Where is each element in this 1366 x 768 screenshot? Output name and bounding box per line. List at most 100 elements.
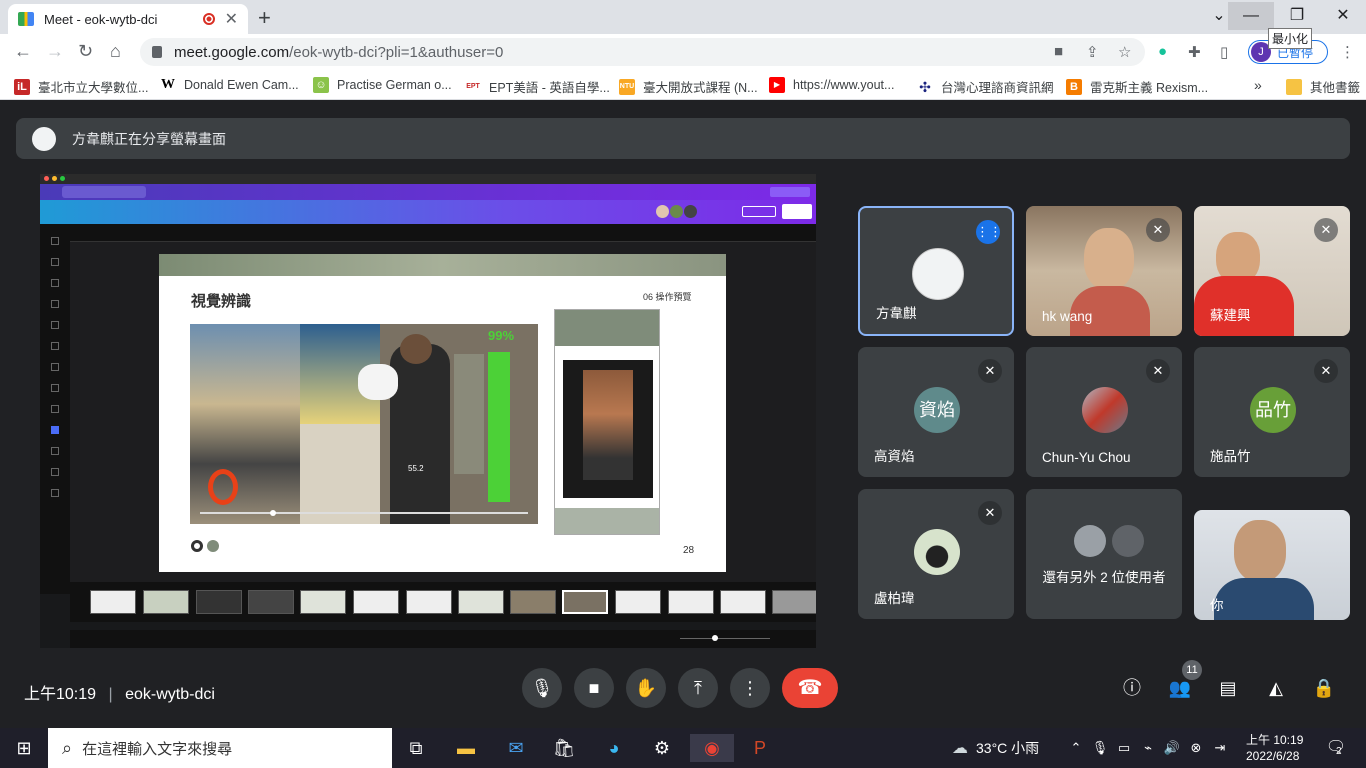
raise-hand-button[interactable]: ✋: [626, 668, 666, 708]
participant-name: 盧柏瑋: [874, 591, 915, 606]
mic-off-icon: ✕: [1314, 359, 1338, 383]
powerpoint-icon[interactable]: P: [746, 734, 774, 762]
participant-tile[interactable]: 資焰 ✕ 高資焰: [858, 347, 1014, 477]
bookmark-item[interactable]: EPT EPT美語 - 英語自學...: [465, 77, 610, 96]
address-bar[interactable]: meet.google.com/eok-wytb-dci?pli=1&authu…: [140, 38, 1145, 66]
extensions-icon[interactable]: ✚: [1188, 43, 1201, 61]
close-window-button[interactable]: ✕: [1320, 2, 1366, 30]
bookmark-item[interactable]: iL 臺北市立大學數位...: [14, 77, 148, 96]
presenter-avatar: [32, 126, 56, 151]
leave-call-button[interactable]: ☎: [782, 668, 838, 708]
participant-avatar: [912, 248, 964, 300]
back-arrow-icon[interactable]: ←: [14, 41, 32, 62]
participant-tile[interactable]: ✕ Chun-Yu Chou: [1026, 347, 1182, 477]
other-bookmarks[interactable]: 其他書籤: [1286, 77, 1360, 96]
speaking-indicator-icon: ⋮⋮: [976, 220, 1002, 244]
host-controls-icon[interactable]: 🔒: [1312, 676, 1336, 700]
home-icon[interactable]: ⌂: [110, 41, 121, 62]
meeting-controls: 上午10:19 | eok-wytb-dci 🎙 ■ ✋ ⤒ ⋮ ☎ ⓘ 👥 1…: [0, 660, 1366, 728]
bookmark-icon: EPT: [465, 78, 481, 95]
mail-icon[interactable]: ✉: [502, 734, 530, 762]
edge-icon[interactable]: ◕: [600, 734, 628, 762]
taskbar-date: 2022/6/28: [1246, 749, 1300, 763]
bookmark-item[interactable]: ▶ https://www.yout...: [769, 77, 894, 93]
activities-icon[interactable]: ◭: [1264, 676, 1288, 700]
participant-name: 高資焰: [874, 449, 915, 464]
star-icon[interactable]: ☆: [1118, 43, 1131, 61]
minimize-button[interactable]: —: [1228, 2, 1274, 30]
restore-button[interactable]: ❐: [1274, 2, 1320, 30]
forward-arrow-icon[interactable]: →: [46, 41, 64, 62]
slide-thumbnail: [353, 590, 399, 614]
reload-icon[interactable]: ↻: [78, 41, 93, 62]
bookmark-icon: ✣: [917, 78, 933, 95]
participant-avatar: [914, 529, 960, 575]
participant-tile[interactable]: ✕ 盧柏瑋: [858, 489, 1014, 619]
grammarly-icon[interactable]: ●: [1158, 43, 1167, 60]
bookmark-label: Practise German o...: [337, 78, 452, 92]
browser-tab-meet[interactable]: Meet - eok-wytb-dci ✕: [8, 4, 248, 34]
taskbar-clock[interactable]: 上午 10:19 2022/6/28: [1246, 732, 1303, 764]
mic-off-icon: ✕: [978, 359, 1002, 383]
participant-tile[interactable]: ✕ 蘇建興: [1194, 206, 1350, 336]
bookmark-item[interactable]: NTU 臺大開放式課程 (N...: [619, 77, 758, 96]
participant-tile-self[interactable]: 你: [1194, 510, 1350, 620]
participant-tile[interactable]: 品竹 ✕ 施品竹: [1194, 347, 1350, 477]
bookmark-item[interactable]: ☺ Practise German o...: [313, 77, 452, 93]
bookmark-item[interactable]: W Donald Ewen Cam...: [160, 77, 299, 93]
bookmark-item[interactable]: B 雷克斯主義 Rexism...: [1066, 77, 1208, 96]
side-panel-icon[interactable]: ▯: [1220, 43, 1228, 61]
store-icon[interactable]: 🛍: [550, 734, 578, 762]
url-host: meet.google.com: [174, 43, 290, 61]
slide-video: 99% 55.2: [190, 324, 538, 524]
participant-tile[interactable]: ⋮⋮ 方韋麒: [858, 206, 1014, 336]
bookmark-label: https://www.yout...: [793, 78, 895, 92]
tab-title: Meet - eok-wytb-dci: [44, 11, 158, 27]
cloud-rain-icon: ☁: [952, 740, 968, 757]
taskbar-search[interactable]: ⌕ 在這裡輸入文字來搜尋: [48, 728, 392, 768]
chat-icon[interactable]: ▤: [1216, 676, 1240, 700]
search-icon: ⌕: [62, 737, 73, 758]
meeting-details-icon[interactable]: ⓘ: [1120, 676, 1144, 700]
mic-off-icon: ✕: [1146, 218, 1170, 242]
slide-page-number: 28: [683, 545, 695, 556]
bookmarks-more-icon[interactable]: »: [1254, 77, 1262, 93]
bookmark-item[interactable]: ✣ 台灣心理諮商資訊網: [917, 77, 1054, 96]
mic-off-icon: ✕: [1314, 218, 1338, 242]
shared-editor-toolbar: [40, 200, 816, 224]
meeting-clock: 上午10:19: [24, 686, 97, 703]
share-icon[interactable]: ⇪: [1086, 43, 1099, 61]
mic-off-icon: ✕: [978, 501, 1002, 525]
chrome-icon[interactable]: ◉: [690, 734, 734, 762]
menu-dots-icon[interactable]: ⋮: [1340, 43, 1355, 61]
other-bookmarks-label: 其他書籤: [1310, 81, 1361, 95]
url-path: /eok-wytb-dci?pli=1&authuser=0: [289, 43, 504, 61]
more-options-button[interactable]: ⋮: [730, 668, 770, 708]
minimize-tooltip: 最小化: [1268, 28, 1313, 49]
camera-button[interactable]: ■: [574, 668, 614, 708]
slide-thumbnail: [458, 590, 504, 614]
browser-toolbar: ← → ↻ ⌂ meet.google.com/eok-wytb-dci?pli…: [0, 34, 1366, 70]
browser-tab-strip: Meet - eok-wytb-dci ✕ + ⌄ — ❐ ✕: [0, 0, 1366, 34]
slide-thumbnail: [615, 590, 661, 614]
weather-widget[interactable]: ☁ 33°C 小雨: [952, 738, 1039, 758]
task-view-icon[interactable]: ⧉: [402, 734, 430, 762]
new-tab-button[interactable]: +: [258, 5, 271, 31]
slide-percent: 99%: [488, 328, 515, 343]
present-button[interactable]: ⤒: [678, 668, 718, 708]
participant-tile-others[interactable]: 還有另外 2 位使用者: [1026, 489, 1182, 619]
camera-icon[interactable]: ■: [1054, 43, 1063, 60]
bookmark-label: 臺大開放式課程 (N...: [643, 81, 758, 95]
slide-thumbnail: [196, 590, 242, 614]
banner-text: 方韋麒正在分享螢幕畫面: [72, 130, 226, 147]
participant-tile[interactable]: ✕ hk wang: [1026, 206, 1182, 336]
settings-gear-icon[interactable]: ⚙: [648, 734, 676, 762]
windows-start-icon[interactable]: ⊞: [10, 734, 38, 762]
ime-icon[interactable]: ⇥: [1206, 734, 1234, 762]
microphone-button[interactable]: 🎙: [522, 668, 562, 708]
search-placeholder: 在這裡輸入文字來搜尋: [82, 740, 233, 758]
participant-initials-avatar: 資焰: [914, 387, 960, 433]
slide-thumbnail: [720, 590, 766, 614]
tab-close-icon[interactable]: ✕: [225, 9, 238, 29]
file-explorer-icon[interactable]: ▬: [452, 734, 480, 762]
